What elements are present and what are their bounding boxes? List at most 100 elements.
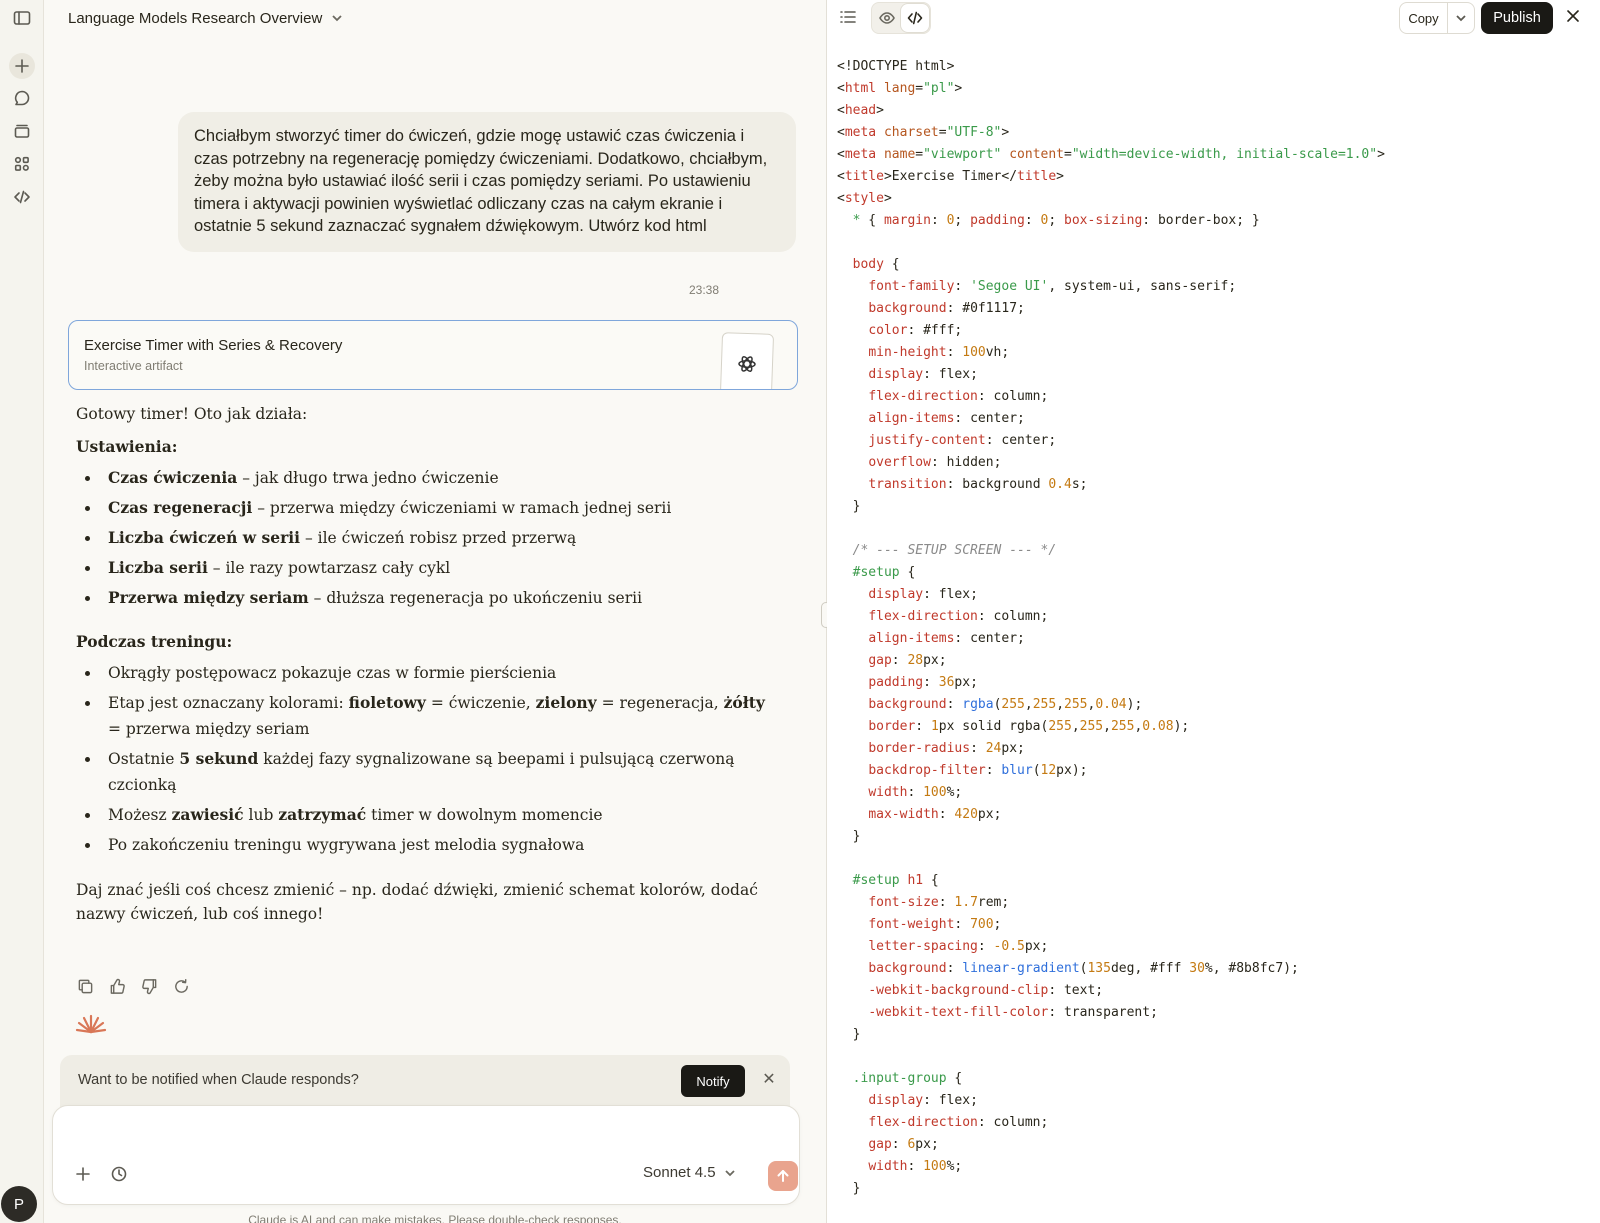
code-line: <!DOCTYPE html>: [837, 59, 955, 74]
left-rail: P: [0, 0, 44, 1223]
projects-icon[interactable]: [6, 115, 38, 147]
code-line: <head>: [837, 103, 884, 118]
retry-icon[interactable]: [172, 977, 190, 995]
list-item: Możesz zawiesić lub zatrzymać timer w do…: [76, 802, 776, 828]
list-item: Po zakończeniu treningu wygrywana jest m…: [76, 832, 776, 858]
code-view[interactable]: <!DOCTYPE html> <html lang="pl"> <head> <me…: [837, 56, 1592, 1200]
list-item: Przerwa między seriam – dłuższa regenera…: [76, 585, 776, 611]
code-line: overflow: hidden;: [868, 455, 1002, 470]
answer-outro: Daj znać jeśli coś chcesz zmienić – np. …: [76, 881, 758, 923]
model-selector[interactable]: Sonnet 4.5: [643, 1164, 736, 1181]
notify-button[interactable]: Notify: [681, 1065, 745, 1097]
list-item: Liczba ćwiczeń w serii – ile ćwiczeń rob…: [76, 525, 776, 551]
answer-intro: Gotowy timer! Oto jak działa:: [76, 405, 308, 423]
react-atom-icon: [738, 356, 756, 372]
publish-button[interactable]: Publish: [1481, 2, 1553, 34]
code-line: padding: 36px;: [868, 675, 978, 690]
code-line: }: [852, 499, 861, 514]
code-line: font-size: 1.7rem;: [868, 895, 1010, 910]
code-line: font-family: 'Segoe UI', system-ui, sans…: [868, 279, 1237, 294]
code-line: background: linear-gradient(135deg, #fff…: [868, 961, 1299, 976]
list-icon[interactable]: [839, 8, 859, 28]
chats-icon[interactable]: [6, 82, 38, 114]
artifact-panel: Copy Publish <!DOCTYPE html> <html lang="…: [827, 0, 1600, 1223]
list-item: Czas ćwiczenia – jak długo trwa jedno ćw…: [76, 465, 776, 491]
history-icon[interactable]: [107, 1162, 131, 1186]
message-input[interactable]: [71, 1120, 771, 1144]
code-line: <html lang="pl">: [837, 81, 963, 96]
thumbs-up-icon[interactable]: [108, 977, 126, 995]
send-button[interactable]: [768, 1161, 798, 1191]
code-line: }: [852, 1181, 861, 1196]
settings-list: Czas ćwiczenia – jak długo trwa jedno ćw…: [76, 465, 776, 611]
code-line: display: flex;: [868, 1093, 978, 1108]
disclaimer: Claude is AI and can make mistakes. Plea…: [248, 1213, 622, 1223]
chat-column: Language Models Research Overview Chciał…: [44, 0, 826, 1223]
user-message: Chciałbym stworzyć timer do ćwiczeń, gdz…: [178, 112, 796, 252]
sidebar-toggle-icon[interactable]: [6, 2, 38, 34]
code-line: max-width: 420px;: [868, 807, 1002, 822]
close-icon[interactable]: ✕: [758, 1069, 780, 1091]
copy-button[interactable]: Copy: [1400, 3, 1448, 33]
add-icon[interactable]: [71, 1162, 95, 1186]
code-line: flex-direction: column;: [868, 1115, 1049, 1130]
code-line: <title>Exercise Timer</title>: [837, 169, 1064, 184]
arrow-up-icon: [777, 1170, 789, 1182]
code-line: gap: 28px;: [868, 653, 947, 668]
message-composer: Sonnet 4.5: [52, 1105, 800, 1205]
code-line: -webkit-text-fill-color: transparent;: [868, 1005, 1158, 1020]
chevron-down-icon: [332, 15, 342, 22]
code-line: min-height: 100vh;: [868, 345, 1010, 360]
message-timestamp: 23:38: [688, 283, 720, 297]
user-avatar[interactable]: P: [1, 1186, 37, 1222]
code-line: * { margin: 0; padding: 0; box-sizing: b…: [852, 213, 1260, 228]
code-line: <style>: [837, 191, 892, 206]
list-item: Czas regeneracji – przerwa między ćwicze…: [76, 495, 776, 521]
training-list: Okrągły postępowacz pokazuje czas w form…: [76, 660, 776, 858]
notify-text: Want to be notified when Claude responds…: [78, 1072, 359, 1088]
code-line: border-radius: 24px;: [868, 741, 1025, 756]
code-line: backdrop-filter: blur(12px);: [868, 763, 1088, 778]
artifact-title: Exercise Timer with Series & Recovery: [84, 337, 343, 354]
claude-logo-icon: [75, 1014, 107, 1034]
settings-heading: Ustawienia:: [76, 437, 178, 456]
code-line: background: #0f1117;: [868, 301, 1025, 316]
thumbs-down-icon[interactable]: [140, 977, 158, 995]
view-toggle: [871, 2, 931, 34]
artifact-thumbnail: [719, 332, 775, 389]
code-line: justify-content: center;: [868, 433, 1057, 448]
code-icon[interactable]: [6, 181, 38, 213]
apps-icon[interactable]: [6, 148, 38, 180]
code-line: align-items: center;: [868, 411, 1025, 426]
code-line: <meta charset="UTF-8">: [837, 125, 1010, 140]
artifact-card[interactable]: Exercise Timer with Series & Recovery In…: [68, 320, 798, 390]
new-chat-icon[interactable]: [9, 53, 35, 79]
code-line: <meta name="viewport" content="width=dev…: [837, 147, 1385, 162]
training-heading: Podczas treningu:: [76, 632, 233, 651]
message-actions: [76, 977, 190, 995]
code-line: flex-direction: column;: [868, 609, 1049, 624]
code-view-icon[interactable]: [901, 4, 929, 32]
panel-toolbar: Copy Publish: [827, 0, 1600, 36]
code-line: display: flex;: [868, 367, 978, 382]
code-line: color: #fff;: [868, 323, 963, 338]
copy-icon[interactable]: [76, 977, 94, 995]
list-item: Liczba serii – ile razy powtarzasz cały …: [76, 555, 776, 581]
preview-eye-icon[interactable]: [873, 4, 901, 32]
code-line: font-weight: 700;: [868, 917, 1002, 932]
code-line: width: 100%;: [868, 785, 963, 800]
list-item: Etap jest oznaczany kolorami: fioletowy …: [76, 690, 776, 742]
conversation-title-menu[interactable]: Language Models Research Overview: [68, 8, 344, 28]
code-line: .input-group {: [852, 1071, 963, 1086]
code-line: align-items: center;: [868, 631, 1025, 646]
model-label: Sonnet 4.5: [643, 1164, 716, 1181]
code-line: width: 100%;: [868, 1159, 963, 1174]
chevron-down-icon[interactable]: [1448, 3, 1474, 33]
list-item: Ostatnie 5 sekund każdej fazy sygnalizow…: [76, 746, 776, 798]
close-icon[interactable]: [1565, 8, 1585, 28]
code-line: #setup {: [852, 565, 916, 580]
code-line: transition: background 0.4s;: [868, 477, 1088, 492]
